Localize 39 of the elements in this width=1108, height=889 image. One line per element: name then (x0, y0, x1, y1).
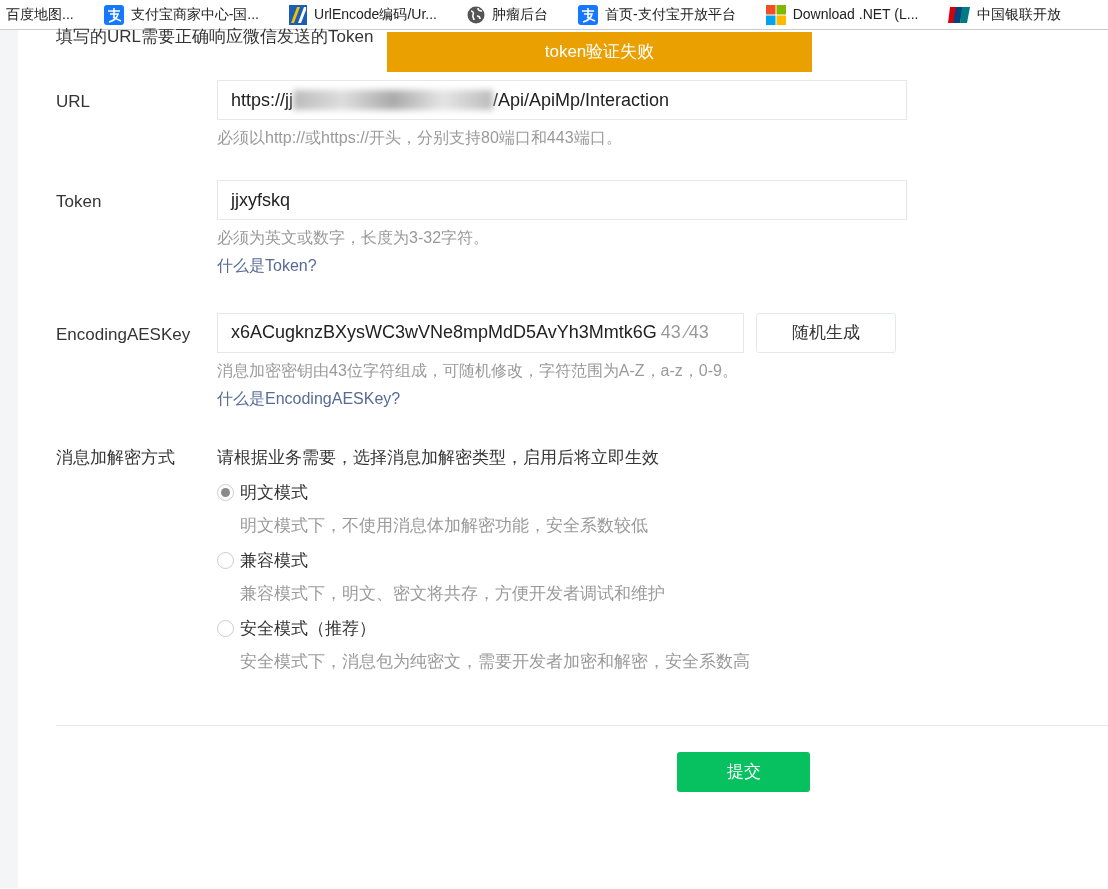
option-label: 明文模式 (240, 481, 308, 504)
character-counter: 43 ⁄43 (660, 321, 709, 344)
generate-button[interactable]: 随机生成 (756, 312, 896, 353)
option-label: 安全模式（推荐） (240, 617, 376, 640)
alipay-icon (103, 4, 124, 25)
bookmark[interactable]: Download .NET (L... (759, 4, 929, 25)
option-description: 安全模式下，消息包为纯密文，需要开发者加密和解密，安全系数高 (239, 651, 750, 673)
bookmark[interactable]: 首页-支付宝开放平台 (571, 4, 746, 25)
hint-text: 必须以http://或https://开头，分别支持80端口和443端口。 (217, 128, 623, 148)
help-link[interactable]: 什么是EncodingAESKey? (217, 386, 401, 411)
windows-icon (765, 4, 786, 25)
alipay-icon (577, 4, 598, 25)
field-label: URL (56, 91, 91, 113)
radio-button[interactable] (217, 619, 234, 637)
token-field[interactable]: jjxyfskq (217, 180, 907, 220)
bookmark[interactable]: UrlEncode编码/Ur... (283, 4, 447, 25)
field-label: Token (56, 191, 103, 213)
stripes-icon (289, 4, 307, 25)
error-toast: token验证失败 (387, 32, 812, 72)
hint-text: 必须为英文或数字，长度为3-32字符。 (217, 228, 491, 248)
card-icon (948, 6, 971, 23)
bookmark[interactable]: 肿瘤后台 (460, 4, 558, 25)
field-label: 消息加解密方式 (56, 447, 176, 469)
field-label: EncodingAESKey (56, 323, 192, 346)
bookmark[interactable]: 支付宝商家中心-国... (97, 4, 269, 25)
aes-key-field[interactable]: x6ACugknzBXysWC3wVNe8mpMdD5AvYh3Mmtk6G 43 ⁄43 (217, 312, 744, 353)
url-field[interactable]: https://jj /Api/ApiMp/Interaction (217, 80, 907, 120)
option-description: 明文模式下，不使用消息体加解密功能，安全系数较低 (239, 515, 649, 537)
help-link[interactable]: 什么是Token? (217, 254, 317, 278)
radio-button[interactable] (217, 551, 234, 569)
bookmark[interactable]: 中国银联开放 (942, 4, 1072, 25)
option-label: 兼容模式 (240, 549, 308, 572)
radio-button[interactable] (217, 483, 234, 501)
globe-icon (466, 5, 485, 24)
intro-text: 填写的URL需要正确响应微信发送的Token (56, 26, 375, 48)
hint-text: 消息加密密钥由43位字符组成，可随机修改，字符范围为A-Z，a-z，0-9。 (217, 360, 739, 381)
option-description: 兼容模式下，明文、密文将共存，方便开发者调试和维护 (239, 583, 666, 605)
bookmark[interactable]: 百度地图... (0, 4, 84, 25)
mode-intro: 请根据业务需要，选择消息加解密类型，启用后将立即生效 (217, 447, 660, 469)
